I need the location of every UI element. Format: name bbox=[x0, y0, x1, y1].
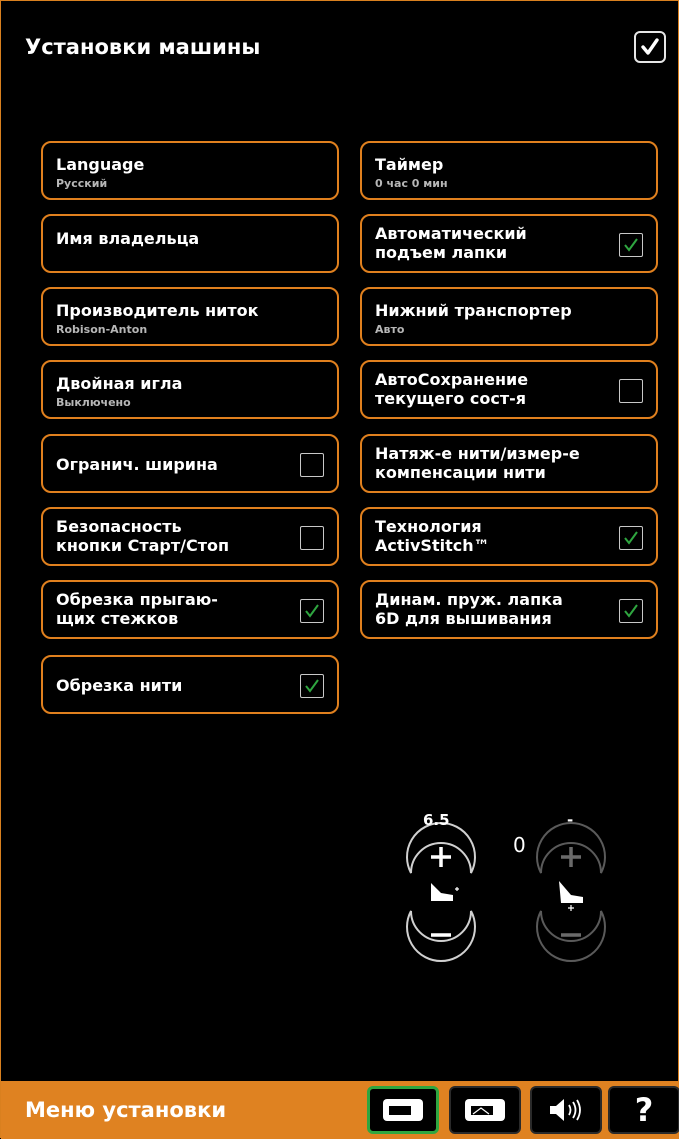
tile-label-line1: Безопасность bbox=[56, 517, 182, 536]
thread-cut-toggle[interactable]: Обрезка нити bbox=[41, 655, 339, 714]
tile-value: Выключено bbox=[56, 396, 131, 409]
help-button[interactable]: ? bbox=[608, 1086, 679, 1134]
menu-title: Меню установки bbox=[25, 1098, 227, 1122]
sewing-machine-icon bbox=[383, 1099, 423, 1121]
presser-foot-buttons bbox=[406, 822, 606, 962]
tile-label: Имя владельца bbox=[56, 229, 200, 248]
presser-foot-height-value: 6.5 bbox=[423, 811, 450, 829]
tile-value: Авто bbox=[375, 323, 405, 336]
tile-label-line2: щих стежков bbox=[56, 609, 179, 628]
width-limit-toggle[interactable]: Огранич. ширина bbox=[41, 434, 339, 493]
page-title: Установки машины bbox=[25, 35, 261, 59]
width-limit-checkbox[interactable] bbox=[300, 453, 324, 477]
tile-label-line2: компенсации нити bbox=[375, 463, 546, 482]
presser-height-minus-button[interactable] bbox=[406, 910, 476, 962]
confirm-button[interactable] bbox=[634, 31, 666, 63]
tile-label: Нижний транспортер bbox=[375, 301, 572, 320]
presser-foot-pressure-value: - bbox=[567, 811, 574, 829]
presser-foot-icon bbox=[559, 881, 583, 911]
thread-tension-button[interactable]: Натяж-е нити/измер-е компенсации нити bbox=[360, 434, 658, 493]
auto-presser-lift-checkbox[interactable] bbox=[619, 233, 643, 257]
tile-value: Русский bbox=[56, 177, 108, 190]
tile-label: Производитель ниток bbox=[56, 301, 259, 320]
presser-foot-controls: 6.5 0 - bbox=[401, 811, 621, 981]
checkmark-icon bbox=[305, 679, 319, 693]
tile-label-line1: Технология bbox=[375, 517, 482, 536]
embroidery-machine-icon bbox=[465, 1099, 505, 1121]
tile-label-line1: Динам. пруж. лапка bbox=[375, 590, 563, 609]
checkmark-icon bbox=[624, 531, 638, 545]
feed-dogs-button[interactable]: Нижний транспортер Авто bbox=[360, 287, 658, 346]
presser-pressure-minus-button[interactable] bbox=[536, 910, 606, 962]
checkmark-icon bbox=[305, 604, 319, 618]
embroidery-settings-button[interactable] bbox=[449, 1086, 521, 1134]
thread-cut-checkbox[interactable] bbox=[300, 674, 324, 698]
twin-needle-button[interactable]: Двойная игла Выключено bbox=[41, 360, 339, 419]
activstitch-checkbox[interactable] bbox=[619, 526, 643, 550]
tile-label-line2: кнопки Старт/Стоп bbox=[56, 536, 230, 555]
spring-foot-toggle[interactable]: Динам. пруж. лапка 6D для вышивания bbox=[360, 580, 658, 639]
checkmark-icon bbox=[641, 38, 659, 55]
tile-label: Обрезка нити bbox=[56, 676, 183, 695]
start-stop-safety-checkbox[interactable] bbox=[300, 526, 324, 550]
sewing-settings-button[interactable] bbox=[367, 1086, 439, 1134]
start-stop-safety-toggle[interactable]: Безопасность кнопки Старт/Стоп bbox=[41, 507, 339, 566]
thread-manufacturer-button[interactable]: Производитель ниток Robison-Anton bbox=[41, 287, 339, 346]
timer-button[interactable]: Таймер 0 час 0 мин bbox=[360, 141, 658, 200]
checkmark-icon bbox=[624, 238, 638, 252]
tile-label-line2: текущего сост-я bbox=[375, 389, 527, 408]
tile-value: 0 час 0 мин bbox=[375, 177, 448, 190]
tile-label: Двойная игла bbox=[56, 374, 183, 393]
language-setting-button[interactable]: Language Русский bbox=[41, 141, 339, 200]
tile-value: Robison-Anton bbox=[56, 323, 148, 336]
tile-label-line1: АвтоСохранение bbox=[375, 370, 529, 389]
jump-stitch-trim-toggle[interactable]: Обрезка прыгаю- щих стежков bbox=[41, 580, 339, 639]
activstitch-toggle[interactable]: Технология ActivStitch™ bbox=[360, 507, 658, 566]
jump-stitch-trim-checkbox[interactable] bbox=[300, 599, 324, 623]
auto-presser-lift-toggle[interactable]: Автоматический подъем лапки bbox=[360, 214, 658, 273]
help-icon: ? bbox=[634, 1091, 654, 1129]
sound-settings-button[interactable] bbox=[530, 1086, 602, 1134]
tile-label: Таймер bbox=[375, 155, 444, 174]
tile-label: Огранич. ширина bbox=[56, 455, 218, 474]
presser-pressure-plus-button[interactable] bbox=[536, 822, 606, 874]
tile-label-line2: подъем лапки bbox=[375, 243, 508, 262]
tile-label-line1: Обрезка прыгаю- bbox=[56, 590, 218, 609]
speaker-icon bbox=[550, 1099, 581, 1121]
tile-label-line2: ActivStitch™ bbox=[375, 536, 490, 555]
tile-label-line1: Натяж-е нити/измер-е bbox=[375, 444, 580, 463]
autosave-checkbox[interactable] bbox=[619, 379, 643, 403]
tile-label-line2: 6D для вышивания bbox=[375, 609, 552, 628]
tile-label: Language bbox=[56, 155, 145, 174]
tile-label-line1: Автоматический bbox=[375, 224, 527, 243]
spring-foot-checkbox[interactable] bbox=[619, 599, 643, 623]
presser-foot-icon bbox=[431, 883, 459, 901]
presser-foot-indicator: 0 bbox=[513, 833, 526, 857]
autosave-toggle[interactable]: АвтоСохранение текущего сост-я bbox=[360, 360, 658, 419]
bottom-bar: Меню установки ? bbox=[1, 1081, 679, 1139]
checkmark-icon bbox=[624, 604, 638, 618]
owner-name-button[interactable]: Имя владельца bbox=[41, 214, 339, 273]
screen-frame: Установки машины Language Русский Имя вл… bbox=[0, 0, 679, 1139]
presser-height-plus-button[interactable] bbox=[406, 822, 476, 874]
